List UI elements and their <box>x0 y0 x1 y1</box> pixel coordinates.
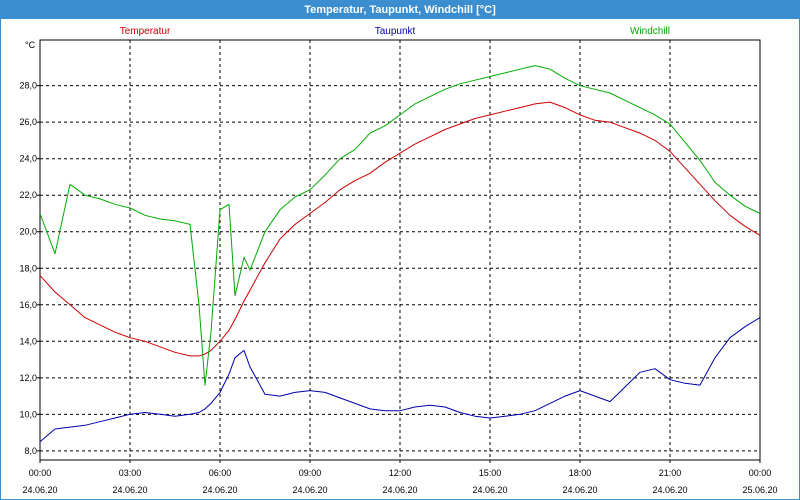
y-tick-labels: 8,0 10,0 12,0 14,0 16,0 18,0 20,0 22,0 24,0 26,0 2… <box>19 81 37 456</box>
x-tick-labels: 00:00 24.06.20 03:00 24.06.20 06:00 24.06.20 0… <box>22 468 777 495</box>
x-tick-date: 25.06.20 <box>742 485 777 495</box>
x-tick-time: 00:00 <box>749 468 772 478</box>
y-tick-label: 8,0 <box>24 446 37 456</box>
legend-entry-windchill: Windchill <box>630 26 670 37</box>
x-tick-date: 24.06.20 <box>382 485 417 495</box>
x-tick-time: 21:00 <box>659 468 682 478</box>
y-tick-label: 22,0 <box>19 190 37 200</box>
x-tick-date: 24.06.20 <box>112 485 147 495</box>
y-tick-label: 26,0 <box>19 117 37 127</box>
line-chart: 8,0 10,0 12,0 14,0 16,0 18,0 20,0 22,0 24,0 26,0 2… <box>19 26 777 495</box>
x-tick-date: 24.06.20 <box>22 485 57 495</box>
x-tick-time: 18:00 <box>569 468 592 478</box>
x-tick-date: 24.06.20 <box>472 485 507 495</box>
x-tick-time: 15:00 <box>479 468 502 478</box>
y-tick-label: 16,0 <box>19 300 37 310</box>
x-tick-date: 24.06.20 <box>202 485 237 495</box>
y-axis-unit: °C <box>25 40 36 50</box>
y-tick-label: 20,0 <box>19 227 37 237</box>
x-tick-time: 00:00 <box>29 468 52 478</box>
y-tick-label: 10,0 <box>19 409 37 419</box>
x-tick-date: 24.06.20 <box>652 485 687 495</box>
x-tick-time: 09:00 <box>299 468 322 478</box>
x-tick-time: 06:00 <box>209 468 232 478</box>
legend-entry-temperatur: Temperatur <box>120 26 171 37</box>
y-tick-label: 12,0 <box>19 373 37 383</box>
y-tick-label: 14,0 <box>19 336 37 346</box>
x-tick-date: 24.06.20 <box>562 485 597 495</box>
y-tick-label: 24,0 <box>19 154 37 164</box>
y-tick-label: 28,0 <box>19 81 37 91</box>
x-tick-time: 03:00 <box>119 468 142 478</box>
legend-entry-taupunkt: Taupunkt <box>375 26 416 37</box>
x-tick-date: 24.06.20 <box>292 485 327 495</box>
y-tick-label: 18,0 <box>19 263 37 273</box>
legend: Temperatur Taupunkt Windchill <box>120 26 670 37</box>
x-tick-time: 12:00 <box>389 468 412 478</box>
